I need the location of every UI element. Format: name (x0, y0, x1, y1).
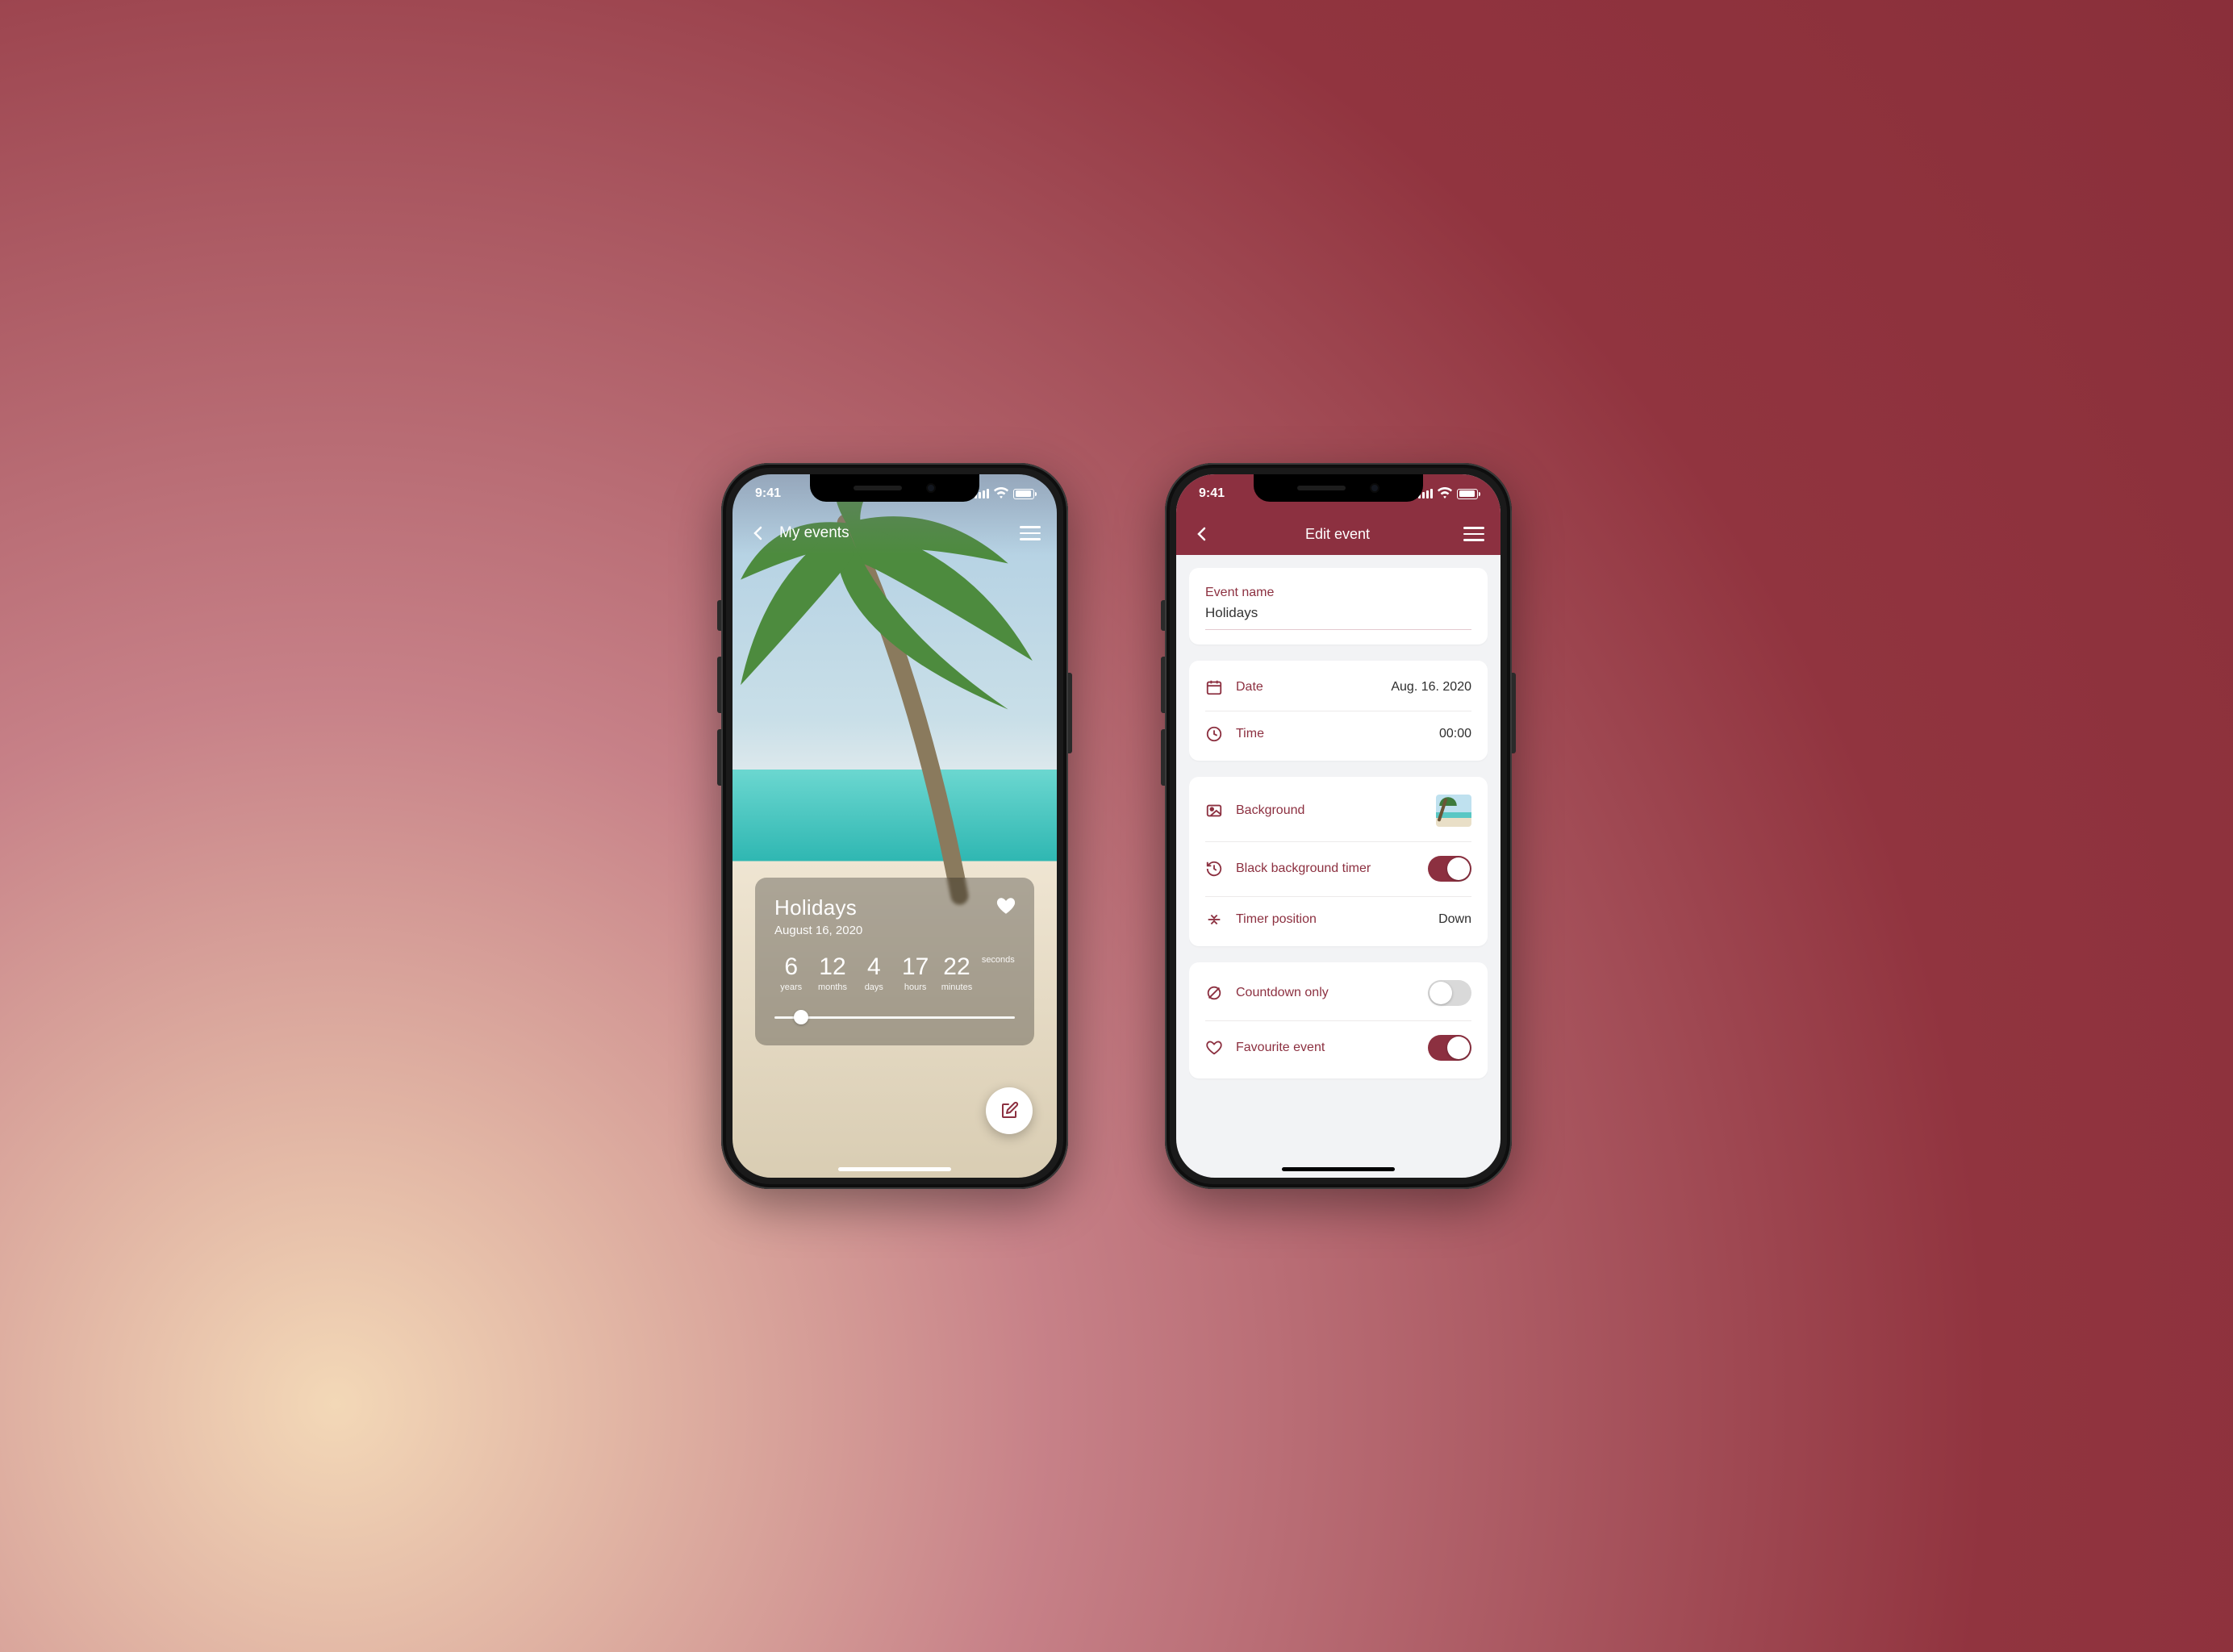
event-title: Holidays (774, 895, 1015, 920)
screen-edit-event: 9:41 Edit event Event name (1176, 474, 1500, 1178)
phone-frame-left: 9:41 My events Holidays August 16, 2020 … (721, 463, 1068, 1189)
row-black-bg-timer[interactable]: Black background timer (1189, 841, 1488, 896)
page-title: My events (779, 524, 1020, 542)
navbar-my-events: My events (733, 513, 1057, 553)
slider-thumb[interactable] (794, 1010, 808, 1024)
row-time[interactable]: Time 00:00 (1189, 711, 1488, 757)
screen-my-events: 9:41 My events Holidays August 16, 2020 … (733, 474, 1057, 1178)
wifi-icon (1438, 486, 1452, 501)
home-indicator[interactable] (1282, 1167, 1395, 1171)
row-date[interactable]: Date Aug. 16. 2020 (1189, 664, 1488, 711)
align-icon (1205, 911, 1223, 928)
menu-icon[interactable] (1463, 527, 1484, 541)
phone-frame-right: 9:41 Edit event Event name (1165, 463, 1512, 1189)
back-icon[interactable] (749, 524, 768, 543)
home-indicator[interactable] (838, 1167, 951, 1171)
event-background-image (733, 474, 1057, 1178)
row-countdown-only[interactable]: Countdown only (1189, 966, 1488, 1020)
value-time: 00:00 (1439, 727, 1471, 741)
edit-form: Event name Date Aug. 16. 2020 Time 00:00 (1189, 568, 1488, 1162)
edit-event-fab[interactable] (986, 1087, 1033, 1134)
page-title: Edit event (1212, 526, 1463, 543)
status-time: 9:41 (1199, 486, 1225, 501)
event-date: August 16, 2020 (774, 924, 1015, 937)
status-time: 9:41 (755, 486, 781, 501)
card-event-name: Event name (1189, 568, 1488, 645)
battery-icon (1013, 489, 1034, 499)
card-appearance: Background Black background timer Timer … (1189, 777, 1488, 946)
row-background[interactable]: Background (1189, 780, 1488, 841)
card-options: Countdown only Favourite event (1189, 962, 1488, 1078)
image-icon (1205, 802, 1223, 820)
battery-icon (1457, 489, 1478, 499)
card-date-time: Date Aug. 16. 2020 Time 00:00 (1189, 661, 1488, 761)
event-countdown-card[interactable]: Holidays August 16, 2020 6years 12months… (755, 878, 1034, 1045)
navbar-edit-event: Edit event (1176, 513, 1500, 555)
calendar-icon (1205, 678, 1223, 696)
back-icon[interactable] (1192, 524, 1212, 544)
label-event-name: Event name (1189, 571, 1488, 605)
clock-icon (1205, 725, 1223, 743)
toggle-favourite[interactable] (1428, 1035, 1471, 1061)
countdown-row: 6years 12months 4days 17hours 22minutes … (774, 953, 1015, 992)
edit-icon (1000, 1101, 1019, 1120)
value-date: Aug. 16. 2020 (1391, 680, 1471, 695)
toggle-countdown-only[interactable] (1428, 980, 1471, 1006)
wifi-icon (994, 486, 1008, 501)
history-icon (1205, 860, 1223, 878)
no-eye-icon (1205, 984, 1223, 1002)
heart-outline-icon (1205, 1039, 1223, 1057)
heart-icon[interactable] (995, 895, 1016, 916)
toggle-black-bg-timer[interactable] (1428, 856, 1471, 882)
page-slider[interactable] (774, 1010, 1015, 1024)
background-thumbnail (1436, 795, 1471, 827)
value-timer-position: Down (1438, 912, 1471, 927)
row-timer-position[interactable]: Timer position Down (1189, 896, 1488, 943)
menu-icon[interactable] (1020, 526, 1041, 540)
row-favourite[interactable]: Favourite event (1189, 1020, 1488, 1075)
input-event-name[interactable] (1205, 605, 1471, 621)
